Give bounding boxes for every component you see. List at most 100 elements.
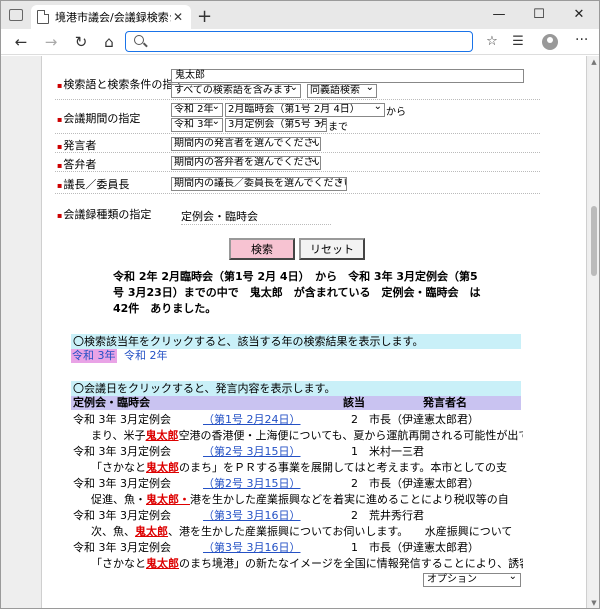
speaker-name: 市長（伊達憲太郎君）	[369, 477, 479, 490]
year-link-reiwa2[interactable]: 令和 2年	[123, 349, 169, 363]
speaker-name: 市長（伊達憲太郎君）	[369, 541, 479, 554]
active-tab[interactable]: 境港市議会/会議録検索システム ✕	[31, 5, 191, 29]
keyword-highlight: 鬼太郎	[146, 461, 179, 474]
period-row: ▪会議期間の指定 令和 2年 2月臨時会（第1号 2月 4日） から 令和 3年…	[55, 100, 540, 134]
maximize-button[interactable]: ☐	[519, 1, 559, 29]
meeting-date-link[interactable]: （第2号 3月15日）	[203, 444, 301, 460]
speaker-name: 荒井秀行君	[369, 509, 424, 522]
from-year-select[interactable]: 令和 2年	[171, 103, 223, 117]
scroll-thumb[interactable]	[591, 206, 597, 276]
chair-label: ▪議長／委員長	[57, 178, 130, 191]
result-row: 令和 3年 3月定例会 （第2号 3月15日） 2 市長（伊達憲太郎君）	[71, 476, 523, 492]
period-label: ▪会議期間の指定	[57, 112, 141, 125]
more-menu-icon[interactable]: ···	[575, 32, 588, 48]
hit-count: 1	[351, 541, 358, 554]
type-row: ▪会議録種類の指定 定例会・臨時会	[55, 194, 540, 228]
meeting-date-link[interactable]: （第3号 3月16日）	[203, 508, 301, 524]
answerer-select[interactable]: 期間内の答弁者を選んでください	[171, 156, 321, 170]
keyword-row: ▪検索語と検索条件の指定 鬼太郎 すべての検索語を含みます 同義語検索	[55, 66, 540, 100]
synonym-select[interactable]: 同義語検索	[307, 84, 377, 98]
meeting-name: 令和 3年 3月定例会	[73, 477, 171, 490]
result-row: 令和 3年 3月定例会 （第2号 3月15日） 1 米村一三君	[71, 444, 523, 460]
meeting-name: 令和 3年 3月定例会	[73, 541, 171, 554]
hit-count: 2	[351, 413, 358, 426]
close-tab-icon[interactable]: ✕	[171, 10, 185, 24]
hit-count: 1	[351, 445, 358, 458]
search-button[interactable]: 検索	[229, 238, 295, 260]
reset-button[interactable]: リセット	[299, 238, 365, 260]
answerer-label: ▪答弁者	[57, 158, 97, 171]
speaker-name: 米村一三君	[369, 445, 424, 458]
result-row: 令和 3年 3月定例会 （第3号 3月16日） 1 市長（伊達憲太郎君）	[71, 540, 523, 556]
keyword-highlight: 鬼太郎	[135, 525, 168, 538]
to-suffix: まで	[328, 122, 348, 133]
page-icon	[37, 10, 49, 24]
result-excerpt: 促進、魚・鬼太郎・港を生かした産業振興などを着実に進めることにより税収等の自	[91, 493, 509, 506]
keyword-highlight: 鬼太郎	[146, 557, 179, 570]
answerer-row: ▪答弁者 期間内の答弁者を選んでください	[55, 153, 540, 172]
type-value: 定例会・臨時会	[181, 208, 331, 225]
year-link-reiwa3[interactable]: 令和 3年	[71, 349, 117, 363]
option-select[interactable]: オプション	[423, 571, 521, 587]
speaker-label: ▪発言者	[57, 139, 97, 152]
from-session-select[interactable]: 2月臨時会（第1号 2月 4日）	[225, 103, 385, 117]
to-year-select[interactable]: 令和 3年	[171, 118, 223, 132]
speaker-name: 市長（伊達憲太郎君）	[369, 413, 479, 426]
type-label: ▪会議録種類の指定	[57, 208, 152, 221]
results-header: 定例会・臨時会 該当 発言者名	[71, 396, 521, 410]
condition-select[interactable]: すべての検索語を含みます	[171, 84, 301, 98]
summary-line-1: 令和 2年 2月臨時会（第1号 2月 4日） から 令和 3年 3月定例会（第5	[113, 270, 478, 283]
result-summary: 令和 2年 2月臨時会（第1号 2月 4日） から 令和 3年 3月定例会（第5…	[113, 269, 485, 317]
result-excerpt: まり、米子鬼太郎空港の香港便・上海便についても、夏から運航再開される可能性が出て	[91, 429, 523, 442]
meeting-name: 令和 3年 3月定例会	[73, 509, 171, 522]
page-scrollbar[interactable]: ▲ ▼	[589, 56, 599, 608]
scroll-up-arrow-icon[interactable]: ▲	[590, 58, 598, 66]
search-icon	[134, 35, 144, 45]
result-excerpt: 「さかなと鬼太郎のまち境港」の新たなイメージを全国に情報発信することにより、誘客	[91, 557, 523, 570]
scroll-down-arrow-icon[interactable]: ▼	[590, 599, 598, 607]
home-button[interactable]: ⌂	[99, 32, 119, 52]
profile-avatar[interactable]	[542, 34, 558, 50]
keyword-input[interactable]: 鬼太郎	[171, 69, 524, 83]
address-bar[interactable]	[125, 31, 473, 52]
minimize-button[interactable]: —	[479, 1, 519, 29]
meeting-date-link[interactable]: （第2号 3月15日）	[203, 476, 301, 492]
meeting-name: 令和 3年 3月定例会	[73, 445, 171, 458]
keyword-highlight: 鬼太郎・	[146, 493, 190, 506]
chair-select[interactable]: 期間内の議長／委員長を選んでください	[171, 177, 347, 191]
result-row: 令和 3年 3月定例会 （第3号 3月16日） 2 荒井秀行君	[71, 508, 523, 524]
close-window-button[interactable]: ✕	[559, 1, 599, 29]
forward-button[interactable]: →	[41, 32, 61, 52]
speaker-row: ▪発言者 期間内の発言者を選んでください	[55, 134, 540, 153]
browser-window: 境港市議会/会議録検索システム ✕ + — ☐ ✕ ← → ↻ ⌂ ☆ ☰ ⧉ …	[0, 0, 600, 609]
year-info-bar: 〇検索該当年をクリックすると、該当する年の検索結果を表示します。	[71, 334, 521, 349]
keyword-highlight: 鬼太郎	[145, 429, 179, 442]
new-tab-button[interactable]: +	[197, 6, 212, 27]
summary-line-2: 号 3月23日）までの中で 鬼太郎 が含まれている 定例会・臨時会 は	[113, 286, 481, 299]
tab-title: 境港市議会/会議録検索システム	[55, 11, 171, 24]
from-suffix: から	[386, 107, 406, 118]
browser-toolbar: ← → ↻ ⌂ ☆ ☰ ⧉ ···	[1, 29, 599, 55]
favorite-star-icon[interactable]: ☆	[483, 33, 501, 51]
favorites-icon[interactable]: ☰	[509, 33, 527, 51]
result-row: 令和 3年 3月定例会 （第1号 2月24日） 2 市長（伊達憲太郎君）	[71, 412, 523, 428]
col-count-header: 該当	[343, 396, 365, 409]
speaker-select[interactable]: 期間内の発言者を選んでください	[171, 137, 321, 151]
window-menu-icon[interactable]	[9, 9, 23, 21]
hit-count: 2	[351, 477, 358, 490]
keyword-label: ▪検索語と検索条件の指定	[57, 78, 185, 91]
results-info-bar: 〇会議日をクリックすると、発言内容を表示します。	[71, 381, 521, 396]
result-excerpt: 次、魚、鬼太郎、港を生かした産業振興についてお伺いします。 水産振興について	[91, 525, 513, 538]
to-session-select[interactable]: 3月定例会（第5号 3月23日）	[225, 118, 327, 132]
refresh-button[interactable]: ↻	[71, 32, 91, 52]
meeting-name: 令和 3年 3月定例会	[73, 413, 171, 426]
chair-row: ▪議長／委員長 期間内の議長／委員長を選んでください	[55, 172, 540, 194]
meeting-date-link[interactable]: （第3号 3月16日）	[203, 540, 301, 556]
summary-line-3: 42件 ありました。	[113, 302, 217, 315]
result-excerpt: 「さかなと鬼太郎のまち」をＰＲする事業を展開してはと考えます。本市としての支	[91, 461, 508, 474]
back-button[interactable]: ←	[11, 32, 31, 52]
col-speaker-header: 発言者名	[423, 396, 467, 409]
hit-count: 2	[351, 509, 358, 522]
col-meeting-header: 定例会・臨時会	[73, 396, 150, 409]
meeting-date-link[interactable]: （第1号 2月24日）	[203, 412, 301, 428]
